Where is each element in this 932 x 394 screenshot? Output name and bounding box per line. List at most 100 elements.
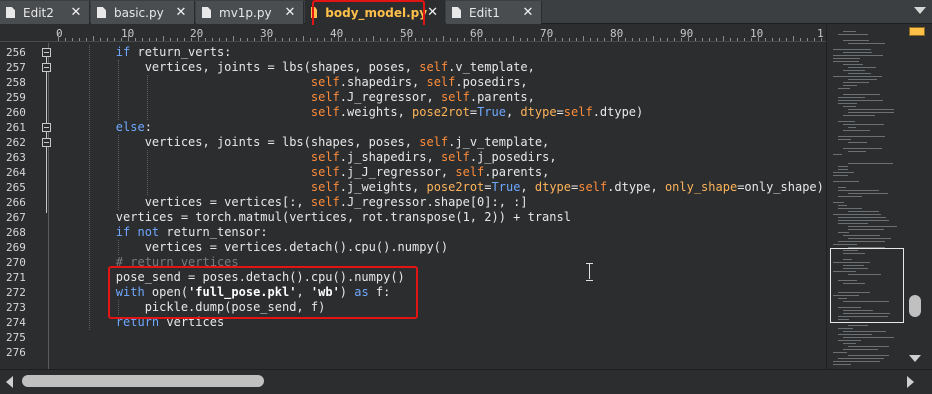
minimap-line — [843, 130, 870, 131]
close-icon[interactable]: ✕ — [521, 5, 535, 20]
vertical-scrollbar[interactable] — [906, 25, 932, 369]
ruler-tick — [394, 38, 395, 41]
horizontal-scrollbar[interactable] — [0, 369, 932, 394]
minimap-line — [843, 94, 880, 95]
ruler-tick — [156, 38, 157, 41]
minimap-line — [838, 328, 853, 329]
ruler-tick — [800, 38, 801, 41]
ruler-tick — [289, 38, 290, 41]
code-line: self.J_regressor, self.parents, — [310, 90, 535, 104]
scroll-down-arrow-icon[interactable] — [909, 355, 921, 362]
code-line: self.shapedirs, self.posedirs, — [310, 75, 528, 89]
code-line: self.j_J_regressor, self.parents, — [310, 165, 550, 179]
fold-toggle-icon[interactable] — [42, 48, 51, 57]
ruler-tick — [730, 38, 731, 41]
minimap-line — [833, 172, 854, 173]
minimap-line — [838, 103, 857, 104]
minimap-line — [843, 64, 863, 65]
ruler-tick — [324, 38, 325, 41]
close-icon[interactable]: ✕ — [427, 5, 438, 20]
fold-toggle-icon[interactable] — [42, 138, 51, 147]
minimap-line — [843, 52, 872, 53]
horizontal-scroll-thumb[interactable] — [22, 375, 264, 387]
ruler-tick — [198, 33, 199, 41]
minimap-line — [838, 232, 849, 233]
minimap-line — [833, 61, 859, 62]
ruler-tick — [569, 38, 570, 41]
ruler-tick — [261, 38, 262, 41]
minimap-line — [848, 127, 856, 128]
ruler-tick — [632, 38, 633, 41]
minimap-line — [838, 241, 885, 242]
scroll-right-arrow-icon[interactable] — [907, 376, 914, 388]
ruler-tick — [793, 36, 794, 41]
ruler-tick — [226, 38, 227, 41]
close-icon[interactable]: ✕ — [174, 5, 188, 20]
line-number: 269 — [6, 241, 26, 254]
minimap-viewport[interactable] — [830, 248, 904, 323]
ruler-tick — [149, 38, 150, 41]
minimap-line — [843, 82, 869, 83]
ruler-tick — [814, 38, 815, 41]
minimap-line — [833, 58, 860, 59]
tab-mv1p-py[interactable]: mv1p.py ✕ — [196, 1, 304, 24]
line-number: 258 — [6, 76, 26, 89]
close-icon[interactable]: ✕ — [283, 5, 297, 20]
ruler-tick — [639, 38, 640, 41]
minimap-line — [838, 358, 884, 359]
vertical-scroll-thumb[interactable] — [909, 295, 921, 317]
code-editor[interactable]: if return_verts: vertices, joints = lbs(… — [58, 43, 823, 369]
code-line: self.j_weights, pose2rot=True, dtype=sel… — [310, 180, 823, 194]
scroll-left-arrow-icon[interactable] — [6, 376, 13, 388]
minimap-line — [848, 355, 889, 356]
ruler-tick — [464, 38, 465, 41]
ruler-tick — [821, 38, 822, 41]
code-line: vertices = vertices[:, self.J_regressor.… — [58, 195, 528, 209]
ruler-tick — [716, 38, 717, 41]
ruler-tick — [709, 38, 710, 41]
minimap[interactable] — [826, 25, 906, 369]
ruler-tick — [310, 38, 311, 41]
tab-edit1[interactable]: Edit1 ✕ — [446, 1, 542, 24]
close-icon[interactable]: ✕ — [69, 5, 83, 20]
ruler-tick — [345, 38, 346, 41]
tab-basic-py[interactable]: basic.py ✕ — [91, 1, 195, 24]
ruler-tick — [471, 38, 472, 41]
ruler-tick — [625, 38, 626, 41]
minimap-line — [843, 85, 857, 86]
ruler-tick — [303, 36, 304, 41]
ruler-tick — [282, 38, 283, 41]
ruler-tick — [618, 33, 619, 41]
minimap-line — [838, 121, 855, 122]
tab-edit2[interactable]: Edit2 ✕ — [0, 1, 90, 24]
ruler-tick — [457, 38, 458, 41]
line-number: 274 — [6, 316, 26, 329]
ruler-tick — [135, 38, 136, 41]
ruler-tick — [205, 38, 206, 41]
minimap-line — [848, 151, 866, 152]
document-icon — [452, 7, 461, 18]
minimap-line — [848, 325, 868, 326]
minimap-line — [838, 34, 868, 35]
line-number: 261 — [6, 121, 26, 134]
active-tab-highlight — [312, 0, 425, 28]
minimap-line — [833, 352, 847, 353]
ruler-tick — [779, 38, 780, 41]
minimap-line — [848, 211, 879, 212]
minimap-line — [838, 166, 848, 167]
minimap-line — [848, 67, 876, 68]
split-view-button[interactable] — [909, 27, 925, 36]
ruler-tick — [562, 38, 563, 41]
fold-toggle-icon[interactable] — [42, 123, 51, 132]
document-icon — [97, 7, 106, 18]
ruler-tick — [590, 38, 591, 41]
minimap-line — [843, 115, 875, 116]
ruler-tick — [170, 38, 171, 41]
tab-list-dropdown-icon[interactable] — [914, 7, 926, 14]
tab-label: basic.py — [114, 5, 164, 20]
line-number: 256 — [6, 46, 26, 59]
line-number-gutter: 256 257 258 259 260 261 262 263 264 265 266 267 268 2… — [0, 43, 50, 369]
ruler-tick — [737, 38, 738, 41]
fold-toggle-icon[interactable] — [42, 63, 51, 72]
ruler-tick — [765, 38, 766, 41]
